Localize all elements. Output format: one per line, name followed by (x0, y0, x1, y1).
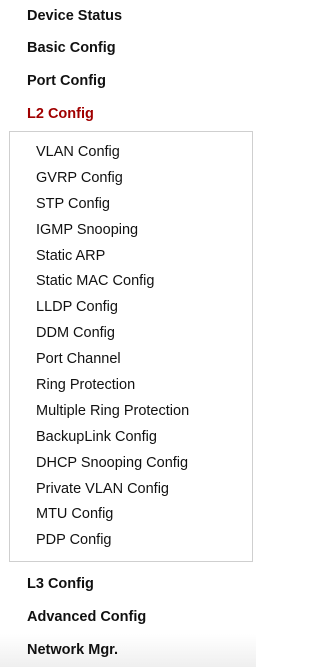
nav-network-mgr[interactable]: Network Mgr. (0, 634, 256, 667)
nav-advanced-config[interactable]: Advanced Config (0, 601, 256, 634)
submenu-item-stp-config[interactable]: STP Config (10, 192, 252, 218)
submenu-item-pdp-config[interactable]: PDP Config (10, 528, 252, 554)
nav-device-status[interactable]: Device Status (0, 0, 256, 32)
sidebar-nav: Device Status Basic Config Port Config L… (0, 0, 256, 670)
submenu-item-dhcp-snooping-config[interactable]: DHCP Snooping Config (10, 451, 252, 477)
nav-l2-config[interactable]: L2 Config (0, 98, 256, 131)
submenu-item-igmp-snooping[interactable]: IGMP Snooping (10, 218, 252, 244)
submenu-item-port-channel[interactable]: Port Channel (10, 347, 252, 373)
l2-config-submenu: VLAN Config GVRP Config STP Config IGMP … (9, 131, 253, 562)
submenu-item-static-arp[interactable]: Static ARP (10, 244, 252, 270)
nav-lower-group: L3 Config Advanced Config Network Mgr. (0, 568, 256, 667)
submenu-item-mtu-config[interactable]: MTU Config (10, 502, 252, 528)
nav-port-config[interactable]: Port Config (0, 65, 256, 98)
nav-l3-config[interactable]: L3 Config (0, 568, 256, 601)
submenu-item-static-mac-config[interactable]: Static MAC Config (10, 269, 252, 295)
submenu-item-multiple-ring-protection[interactable]: Multiple Ring Protection (10, 399, 252, 425)
submenu-item-ddm-config[interactable]: DDM Config (10, 321, 252, 347)
nav-basic-config[interactable]: Basic Config (0, 32, 256, 65)
submenu-item-private-vlan-config[interactable]: Private VLAN Config (10, 477, 252, 503)
submenu-item-ring-protection[interactable]: Ring Protection (10, 373, 252, 399)
submenu-item-vlan-config[interactable]: VLAN Config (10, 140, 252, 166)
submenu-item-lldp-config[interactable]: LLDP Config (10, 295, 252, 321)
submenu-item-backuplink-config[interactable]: BackupLink Config (10, 425, 252, 451)
submenu-item-gvrp-config[interactable]: GVRP Config (10, 166, 252, 192)
